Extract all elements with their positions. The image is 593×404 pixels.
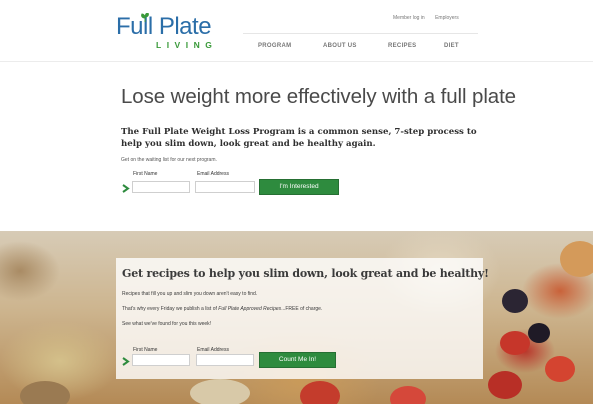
recipes-email-field[interactable] xyxy=(196,354,254,366)
recipes-intro-text: Recipes that fill you up and slim you do… xyxy=(122,291,258,297)
chevron-right-icon xyxy=(122,357,130,366)
nav-item-program[interactable]: PROGRAM xyxy=(258,43,291,49)
recipes-friday-text: That's why every Friday we publish a lis… xyxy=(122,306,323,312)
recipes-signup-panel: Get recipes to help you slim down, look … xyxy=(116,258,489,379)
food-image xyxy=(528,323,550,343)
nav-item-about-us[interactable]: ABOUT US xyxy=(323,43,357,49)
logo-wordmark: Full Plate xyxy=(116,13,212,40)
employers-link[interactable]: Employers xyxy=(435,15,459,21)
utility-links: Member log in Employers xyxy=(393,15,468,21)
recipes-week-text: See what we've found for you this week! xyxy=(122,321,212,327)
recipes-email-label: Email Address xyxy=(197,347,229,353)
count-me-in-button[interactable]: Count Me In! xyxy=(259,352,336,368)
nav-divider xyxy=(243,33,478,34)
food-image xyxy=(390,386,426,404)
food-image xyxy=(300,381,340,404)
recipes-title: Get recipes to help you slim down, look … xyxy=(122,267,489,280)
waiting-list-text: Get on the waiting list for our next pro… xyxy=(121,157,217,163)
hero-subheading: The Full Plate Weight Loss Program is a … xyxy=(121,127,477,149)
food-image xyxy=(545,356,575,382)
food-image xyxy=(20,381,70,404)
page-title: Lose weight more effectively with a full… xyxy=(121,85,516,108)
leaf-icon xyxy=(141,13,149,22)
first-name-field[interactable] xyxy=(132,181,190,193)
food-image xyxy=(502,289,528,313)
recipes-first-name-field[interactable] xyxy=(132,354,190,366)
email-field[interactable] xyxy=(195,181,255,193)
site-header: Full Plate LIVING Member log in Employer… xyxy=(0,0,593,62)
hero-section: Lose weight more effectively with a full… xyxy=(0,63,593,231)
recipes-list-name: Full Plate Approved Recipes xyxy=(218,306,282,312)
food-image xyxy=(190,379,250,404)
chevron-right-icon xyxy=(122,184,130,193)
first-name-label: First Name xyxy=(133,171,158,177)
im-interested-button[interactable]: I'm Interested xyxy=(259,179,339,195)
food-image xyxy=(500,331,530,355)
main-nav: PROGRAM ABOUT US RECIPES DIET xyxy=(0,43,593,53)
food-image xyxy=(488,371,522,399)
member-login-link[interactable]: Member log in xyxy=(393,15,425,21)
email-label: Email Address xyxy=(197,171,229,177)
nav-item-recipes[interactable]: RECIPES xyxy=(388,43,416,49)
recipes-first-name-label: First Name xyxy=(133,347,158,353)
nav-item-diet[interactable]: DIET xyxy=(444,43,459,49)
food-image xyxy=(560,241,593,277)
recipes-section: Get recipes to help you slim down, look … xyxy=(0,231,593,404)
